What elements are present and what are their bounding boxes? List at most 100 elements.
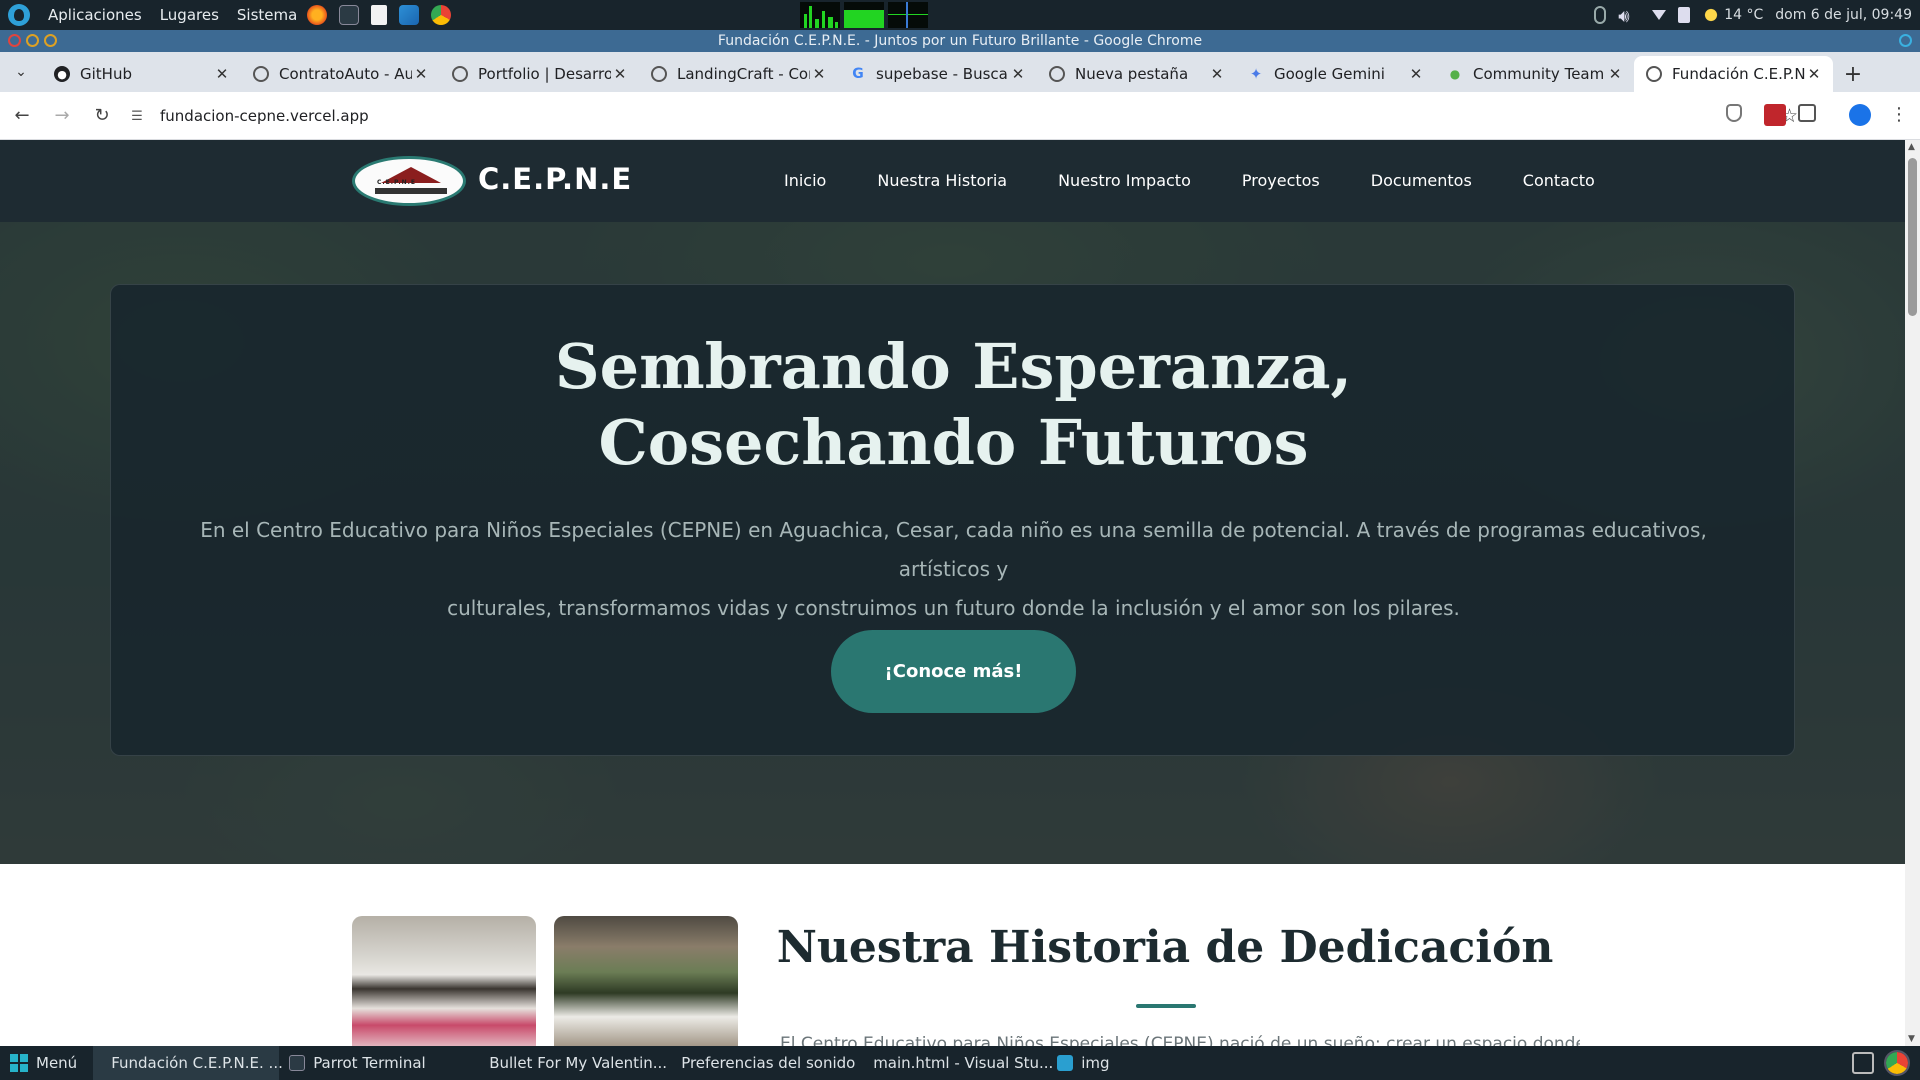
tab-search-chevron-icon[interactable]: ⌄ — [0, 52, 42, 92]
tab-landingcraft[interactable]: LandingCraft - Con ✕ — [639, 56, 838, 92]
github-icon: ● — [54, 66, 70, 82]
browser-toolbar: ← → ↻ ☰ fundacion-cepne.vercel.app ☆ ⋮ — [0, 92, 1920, 140]
address-bar[interactable]: ☰ fundacion-cepne.vercel.app ☆ — [122, 98, 1808, 134]
back-arrow-icon[interactable]: ← — [4, 98, 40, 134]
new-tab-button[interactable]: + — [1833, 56, 1873, 92]
globe-icon — [651, 66, 667, 82]
start-menu-button[interactable]: Menú — [0, 1046, 87, 1080]
window-title: Fundación C.E.P.N.E. - Juntos por un Fut… — [717, 33, 1203, 49]
nav-link-proyectos[interactable]: Proyectos — [1242, 171, 1320, 190]
close-tab-icon[interactable]: ✕ — [1009, 65, 1027, 83]
close-tab-icon[interactable]: ✕ — [1407, 65, 1425, 83]
url-text[interactable]: fundacion-cepne.vercel.app — [160, 107, 369, 125]
parrot-os-icon[interactable] — [8, 4, 30, 26]
vscode-launcher-icon[interactable] — [399, 5, 420, 25]
more-menu-icon[interactable]: ⋮ — [1890, 104, 1908, 126]
page-scrollbar[interactable]: ▲ ▼ — [1905, 140, 1920, 1046]
close-tab-icon[interactable]: ✕ — [1805, 65, 1823, 83]
conoce-mas-button[interactable]: ¡Conoce más! — [831, 630, 1076, 713]
cepne-logo[interactable]: C.E.P.N.E — [352, 156, 466, 206]
volume-icon[interactable]: 🔊︎ — [1618, 6, 1640, 27]
nav-link-inicio[interactable]: Inicio — [784, 171, 826, 190]
start-menu-label: Menú — [36, 1054, 78, 1072]
close-tab-icon[interactable]: ✕ — [1208, 65, 1226, 83]
taskbar-item-sound[interactable]: Preferencias del sonido — [663, 1046, 855, 1080]
history-title-underline — [1136, 1004, 1196, 1008]
maximize-window-icon[interactable] — [44, 34, 57, 47]
tab-label: Fundación C.E.P.N. — [1672, 65, 1805, 83]
wifi-icon[interactable] — [1652, 10, 1667, 20]
tab-portfolio[interactable]: Portfolio | Desarrol ✕ — [440, 56, 639, 92]
history-paragraph: El Centro Educativo para Niños Especiale… — [780, 1034, 1580, 1046]
taskbar-item-spotify[interactable]: Bullet For My Valentin... — [471, 1046, 667, 1080]
close-tab-icon[interactable]: ✕ — [412, 65, 430, 83]
tab-supebase-search[interactable]: G supebase - Buscar c ✕ — [838, 56, 1037, 92]
menu-aplicaciones[interactable]: Aplicaciones — [48, 6, 142, 24]
minimize-window-icon[interactable] — [26, 34, 39, 47]
history-photo-2[interactable] — [554, 916, 738, 1046]
tab-community-team[interactable]: ● Community Team ✕ — [1435, 56, 1634, 92]
extension-badge-icon[interactable] — [1764, 104, 1786, 126]
taskbar-item-label: Parrot Terminal — [313, 1054, 426, 1072]
close-tab-icon[interactable]: ✕ — [611, 65, 629, 83]
history-title: Nuestra Historia de Dedicación — [776, 922, 1554, 973]
chrome-tray-icon[interactable] — [1884, 1050, 1910, 1076]
nav-link-nuestro-impacto[interactable]: Nuestro Impacto — [1058, 171, 1191, 190]
google-icon: G — [852, 66, 864, 82]
taskbar-item-vscode[interactable]: main.html - Visual Stu... — [855, 1046, 1053, 1080]
tab-contratoauto[interactable]: ContratoAuto - Aut ✕ — [241, 56, 440, 92]
window-title-bar[interactable]: Fundación C.E.P.N.E. - Juntos por un Fut… — [0, 30, 1920, 52]
tab-google-gemini[interactable]: ✦ Google Gemini ✕ — [1236, 56, 1435, 92]
terminal-launcher-icon[interactable] — [339, 5, 360, 25]
shield-extension-icon[interactable] — [1726, 104, 1742, 122]
chrome-launcher-icon[interactable] — [431, 5, 452, 25]
close-tab-icon[interactable]: ✕ — [1606, 65, 1624, 83]
scroll-down-icon[interactable]: ▼ — [1908, 1034, 1915, 1044]
battery-icon[interactable] — [1678, 7, 1691, 23]
leaf-icon: ● — [1449, 67, 1461, 81]
tab-label: GitHub — [80, 65, 132, 83]
web-page: C.E.P.N.E C.E.P.N.E Inicio Nuestra Histo… — [0, 140, 1905, 1046]
menu-sistema[interactable]: Sistema — [237, 6, 297, 24]
nav-link-documentos[interactable]: Documentos — [1371, 171, 1472, 190]
site-header: C.E.P.N.E C.E.P.N.E Inicio Nuestra Histo… — [0, 140, 1905, 222]
scroll-up-icon[interactable]: ▲ — [1908, 142, 1915, 152]
weather-widget[interactable]: 14 °C — [1702, 6, 1763, 24]
firefox-launcher-icon[interactable] — [307, 5, 328, 25]
close-tab-icon[interactable]: ✕ — [213, 65, 231, 83]
forward-arrow-icon[interactable]: → — [44, 98, 80, 134]
taskbar-item-folder[interactable]: img — [1047, 1046, 1119, 1080]
bluetooth-icon[interactable] — [1594, 6, 1607, 24]
close-tab-icon[interactable]: ✕ — [810, 65, 828, 83]
workspace-switcher-icon[interactable] — [1852, 1052, 1874, 1074]
history-photo-1[interactable] — [352, 916, 536, 1046]
sun-cloud-icon — [1702, 6, 1721, 24]
grid-menu-icon — [10, 1054, 28, 1072]
chrome-icon — [1049, 66, 1065, 82]
tab-nueva-pestana[interactable]: Nueva pestaña ✕ — [1037, 56, 1236, 92]
logo-text: C.E.P.N.E — [377, 179, 417, 186]
taskbar-item-terminal[interactable]: Parrot Terminal — [279, 1046, 471, 1080]
site-settings-icon[interactable]: ☰ — [122, 109, 152, 124]
globe-icon — [253, 66, 269, 82]
hero-title: Sembrando Esperanza, Cosechando Futuros — [111, 329, 1796, 481]
gemini-icon: ✦ — [1249, 65, 1263, 83]
tab-label: ContratoAuto - Aut — [279, 65, 412, 83]
document-launcher-icon[interactable] — [371, 5, 388, 25]
close-window-icon[interactable] — [8, 34, 21, 47]
site-brand[interactable]: C.E.P.N.E — [478, 162, 632, 196]
clock[interactable]: dom 6 de jul, 09:49 — [1775, 7, 1912, 23]
hero-subtitle-line-1: En el Centro Educativo para Niños Especi… — [200, 518, 1707, 581]
scrollbar-thumb[interactable] — [1908, 158, 1917, 316]
extensions-puzzle-icon[interactable] — [1798, 104, 1816, 122]
weather-temp: 14 °C — [1724, 7, 1764, 23]
nav-link-nuestra-historia[interactable]: Nuestra Historia — [877, 171, 1007, 190]
nav-link-contacto[interactable]: Contacto — [1523, 171, 1595, 190]
tab-fundacion-cepne[interactable]: Fundación C.E.P.N. ✕ — [1634, 56, 1833, 92]
taskbar-item-chrome[interactable]: Fundación C.E.P.N.E. ... — [93, 1046, 283, 1080]
menu-lugares[interactable]: Lugares — [160, 6, 219, 24]
window-menu-icon[interactable] — [1899, 34, 1912, 47]
tab-github[interactable]: ● GitHub ✕ — [42, 56, 241, 92]
reload-icon[interactable]: ↻ — [84, 98, 120, 134]
profile-avatar-icon[interactable] — [1849, 104, 1871, 126]
